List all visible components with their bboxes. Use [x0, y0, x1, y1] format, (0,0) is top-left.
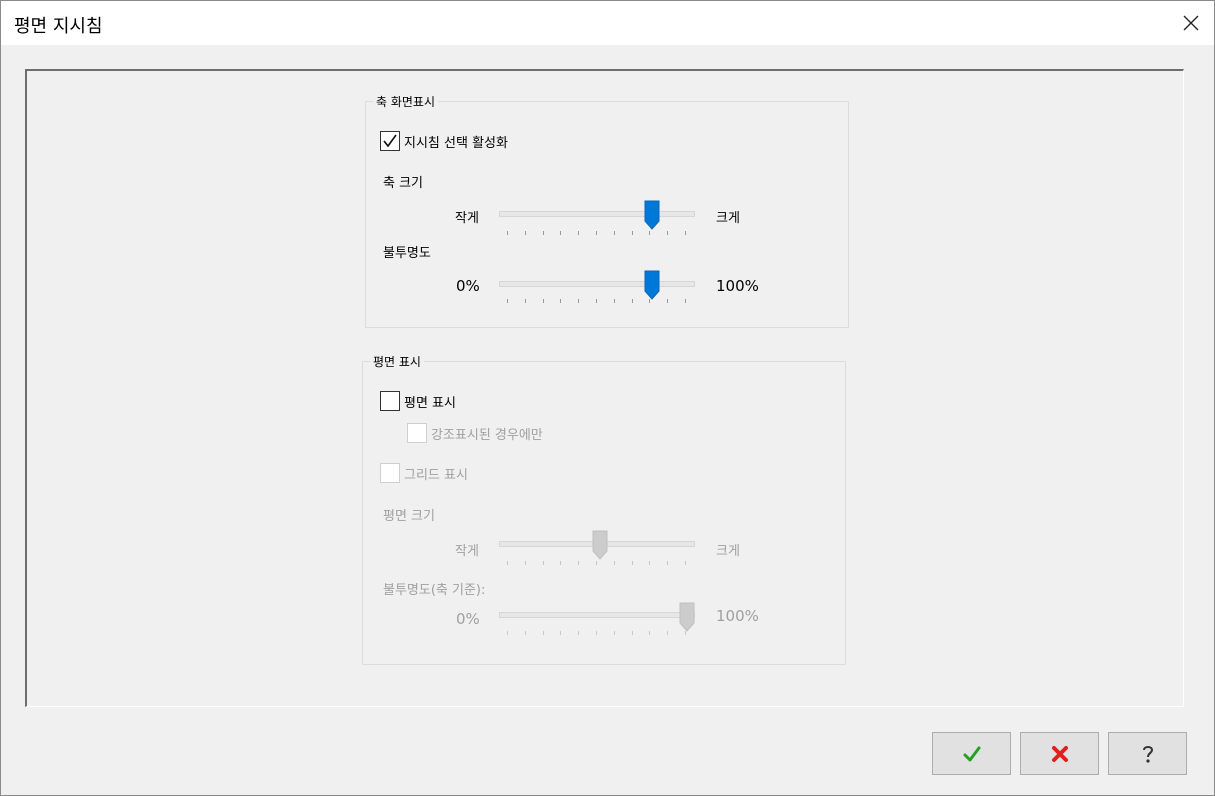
- plane-size-slider-ticks: [499, 561, 695, 567]
- slider-tick: [507, 631, 508, 635]
- slider-tick: [631, 231, 633, 235]
- plane-display-group-title: 평면 표시: [370, 353, 424, 370]
- slider-tick: [667, 561, 669, 565]
- checkmark-icon: [963, 746, 980, 761]
- slider-tick: [667, 231, 669, 235]
- slider-tick: [631, 561, 633, 565]
- plane-opacity-slider-ticks: [499, 631, 695, 637]
- plane-opacity-max-label: 100%: [716, 607, 759, 625]
- slider-tick: [507, 299, 508, 303]
- slider-tick: [685, 299, 686, 303]
- axis-size-max-label: 크게: [716, 211, 740, 226]
- plane-opacity-slider-track[interactable]: [499, 612, 695, 618]
- plane-opacity-min-label: 0%: [456, 610, 480, 628]
- help-button[interactable]: [1108, 732, 1187, 775]
- slider-tick: [560, 299, 562, 303]
- slider-tick: [560, 231, 562, 235]
- slider-tick: [649, 231, 651, 235]
- ok-button[interactable]: [932, 732, 1011, 775]
- dialog-window: 평면 지시침 축 화면표시 지시침 선택 활성화 축 크기 작게 크게 불투명도…: [0, 0, 1215, 796]
- axis-display-group-title: 축 화면표시: [373, 93, 439, 110]
- close-icon: [1183, 15, 1199, 31]
- slider-tick: [578, 631, 580, 635]
- slider-tick: [631, 631, 633, 635]
- slider-tick: [507, 561, 508, 565]
- show-grid-checkbox[interactable]: [380, 463, 400, 483]
- slider-tick: [596, 231, 597, 235]
- axis-size-min-label: 작게: [455, 211, 479, 226]
- axis-opacity-slider-ticks: [499, 299, 695, 305]
- enable-pointer-checkbox[interactable]: [380, 131, 400, 151]
- slider-tick: [524, 299, 526, 303]
- slider-tick: [542, 631, 544, 635]
- cancel-button[interactable]: [1020, 732, 1099, 775]
- axis-opacity-max-label: 100%: [716, 277, 759, 295]
- axis-opacity-label: 불투명도: [383, 246, 431, 261]
- axis-opacity-min-label: 0%: [456, 277, 480, 295]
- slider-tick: [685, 561, 686, 565]
- slider-tick: [685, 231, 686, 235]
- slider-tick: [649, 561, 651, 565]
- slider-tick: [596, 631, 597, 635]
- slider-tick: [524, 561, 526, 565]
- plane-size-slider-thumb[interactable]: [592, 530, 608, 560]
- highlight-only-label: 강조표시된 경우에만: [431, 428, 543, 443]
- slider-tick: [667, 299, 669, 303]
- axis-opacity-slider-thumb[interactable]: [644, 270, 660, 300]
- plane-size-label: 평면 크기: [383, 509, 435, 524]
- slider-tick: [542, 299, 544, 303]
- slider-tick: [578, 231, 580, 235]
- slider-tick: [613, 631, 615, 635]
- slider-tick: [578, 561, 580, 565]
- axis-size-slider-track[interactable]: [499, 211, 695, 217]
- title-bar: 평면 지시침: [1, 1, 1214, 45]
- axis-size-slider-ticks: [499, 231, 695, 237]
- plane-opacity-slider-thumb[interactable]: [679, 602, 695, 632]
- plane-size-min-label: 작게: [455, 544, 479, 559]
- slider-tick: [649, 631, 651, 635]
- slider-tick: [613, 231, 615, 235]
- slider-tick: [596, 299, 597, 303]
- slider-tick: [524, 231, 526, 235]
- slider-tick: [596, 561, 597, 565]
- checkmark-icon: [383, 134, 397, 148]
- slider-tick: [667, 631, 669, 635]
- axis-size-label: 축 크기: [383, 176, 424, 191]
- plane-opacity-label: 불투명도(축 기준):: [383, 583, 486, 598]
- slider-tick: [560, 631, 562, 635]
- axis-size-slider-thumb[interactable]: [644, 200, 660, 230]
- x-icon: [1051, 745, 1068, 762]
- slider-tick: [560, 561, 562, 565]
- enable-pointer-label: 지시침 선택 활성화: [404, 136, 508, 151]
- slider-tick: [542, 561, 544, 565]
- slider-tick: [507, 231, 508, 235]
- slider-tick: [578, 299, 580, 303]
- slider-tick: [613, 299, 615, 303]
- plane-size-max-label: 크게: [716, 544, 740, 559]
- question-icon: [1142, 745, 1153, 763]
- window-title: 평면 지시침: [14, 16, 103, 37]
- slider-tick: [631, 299, 633, 303]
- show-grid-label: 그리드 표시: [404, 468, 468, 483]
- highlight-only-checkbox[interactable]: [407, 423, 427, 443]
- axis-opacity-slider-track[interactable]: [499, 281, 695, 287]
- slider-tick: [613, 561, 615, 565]
- close-button[interactable]: [1168, 1, 1214, 45]
- show-plane-checkbox[interactable]: [380, 391, 400, 411]
- show-plane-label: 평면 표시: [404, 396, 456, 411]
- slider-tick: [524, 631, 526, 635]
- slider-tick: [542, 231, 544, 235]
